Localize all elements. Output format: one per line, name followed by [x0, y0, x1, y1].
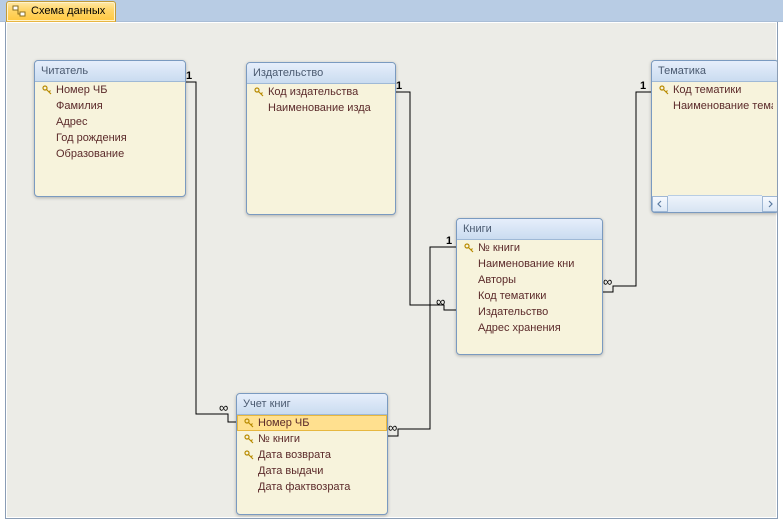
- field-row[interactable]: Дата фактвозрата: [237, 479, 387, 495]
- entity-books[interactable]: Книги № книги Наименование кни Авторы Ко…: [456, 218, 603, 355]
- field-label: Наименование изда: [266, 102, 390, 114]
- entity-title[interactable]: Издательство: [247, 63, 395, 84]
- relationships-canvas[interactable]: 1 ∞ 1 ∞ 1 ∞ 1 ∞ Читатель Номер ЧБ Фамили…: [5, 21, 778, 519]
- entity-ledger[interactable]: Учет книг Номер ЧБ № книги Дата возврата…: [236, 393, 388, 515]
- field-row[interactable]: Номер ЧБ: [237, 415, 387, 431]
- field-row[interactable]: Наименование изда: [247, 100, 395, 116]
- cardinality-one: 1: [446, 235, 452, 247]
- key-icon: [242, 418, 256, 428]
- field-label: Код тематики: [671, 84, 773, 96]
- field-label: Фамилия: [54, 100, 180, 112]
- field-label: Издательство: [476, 306, 597, 318]
- field-label: Авторы: [476, 274, 597, 286]
- field-row[interactable]: Код издательства: [247, 84, 395, 100]
- relationships-icon: [12, 4, 26, 18]
- field-label: Дата фактвозрата: [256, 481, 382, 493]
- field-row[interactable]: № книги: [237, 431, 387, 447]
- cardinality-many: ∞: [436, 294, 445, 309]
- scroll-left-icon[interactable]: [652, 196, 668, 212]
- field-label: № книги: [256, 433, 382, 445]
- field-label: Код тематики: [476, 290, 597, 302]
- key-icon: [462, 243, 476, 253]
- field-label: Год рождения: [54, 132, 180, 144]
- entity-publisher[interactable]: Издательство Код издательства Наименован…: [246, 62, 396, 215]
- key-icon: [657, 85, 671, 95]
- scrollbar-track[interactable]: [668, 195, 762, 212]
- field-label: Номер ЧБ: [256, 417, 382, 429]
- field-row[interactable]: Год рождения: [35, 130, 185, 146]
- key-icon: [40, 85, 54, 95]
- cardinality-many: ∞: [219, 400, 228, 415]
- entity-title[interactable]: Учет книг: [237, 394, 387, 415]
- field-row[interactable]: Адрес хранения: [457, 320, 602, 336]
- field-row[interactable]: Фамилия: [35, 98, 185, 114]
- field-label: Адрес: [54, 116, 180, 128]
- key-icon: [242, 434, 256, 444]
- cardinality-many: ∞: [603, 274, 612, 289]
- field-label: Образование: [54, 148, 180, 160]
- field-label: Дата выдачи: [256, 465, 382, 477]
- scroll-right-icon[interactable]: [762, 196, 778, 212]
- field-row[interactable]: Наименование тема: [652, 98, 778, 114]
- entity-title[interactable]: Читатель: [35, 61, 185, 82]
- field-row[interactable]: Код тематики: [457, 288, 602, 304]
- field-row[interactable]: Наименование кни: [457, 256, 602, 272]
- entity-title[interactable]: Тематика: [652, 61, 778, 82]
- cardinality-one: 1: [640, 80, 646, 92]
- entity-topic[interactable]: Тематика Код тематики Наименование тема: [651, 60, 778, 213]
- cardinality-one: 1: [186, 70, 192, 82]
- field-row[interactable]: № книги: [457, 240, 602, 256]
- key-icon: [242, 450, 256, 460]
- field-label: Код издательства: [266, 86, 390, 98]
- field-label: Наименование тема: [671, 100, 773, 112]
- field-row[interactable]: Образование: [35, 146, 185, 162]
- field-label: Адрес хранения: [476, 322, 597, 334]
- field-row[interactable]: Издательство: [457, 304, 602, 320]
- field-label: № книги: [476, 242, 597, 254]
- field-row[interactable]: Дата выдачи: [237, 463, 387, 479]
- cardinality-many: ∞: [388, 420, 397, 435]
- field-row[interactable]: Код тематики: [652, 82, 778, 98]
- field-row[interactable]: Номер ЧБ: [35, 82, 185, 98]
- field-label: Дата возврата: [256, 449, 382, 461]
- entity-reader[interactable]: Читатель Номер ЧБ Фамилия Адрес Год рожд…: [34, 60, 186, 197]
- field-row[interactable]: Авторы: [457, 272, 602, 288]
- tab-strip: Схема данных: [0, 0, 783, 22]
- field-label: Наименование кни: [476, 258, 597, 270]
- field-label: Номер ЧБ: [54, 84, 180, 96]
- tab-title: Схема данных: [31, 5, 105, 17]
- field-row[interactable]: Дата возврата: [237, 447, 387, 463]
- cardinality-one: 1: [396, 80, 402, 92]
- tab-data-schema[interactable]: Схема данных: [6, 1, 116, 22]
- key-icon: [252, 87, 266, 97]
- field-row[interactable]: Адрес: [35, 114, 185, 130]
- entity-title[interactable]: Книги: [457, 219, 602, 240]
